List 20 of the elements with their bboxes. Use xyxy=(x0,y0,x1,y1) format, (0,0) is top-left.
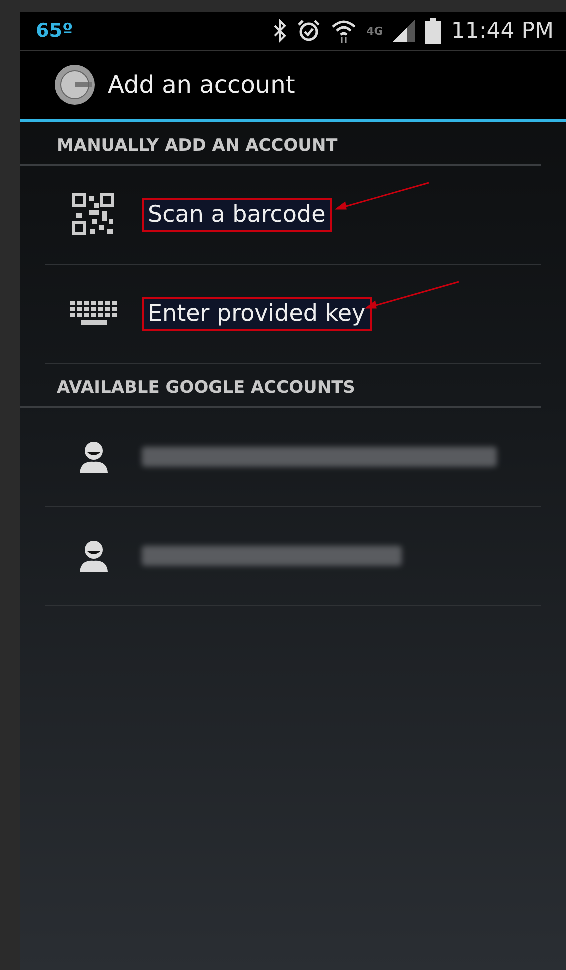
clock-time: 11:44 PM xyxy=(451,18,554,44)
option-row[interactable]: Scan a barcode xyxy=(45,166,541,265)
screen-title: Add an account xyxy=(108,71,296,99)
option-row[interactable]: Enter provided key xyxy=(45,265,541,364)
temperature: 65º xyxy=(36,20,74,42)
qr-code-icon xyxy=(72,193,116,237)
keyboard-icon xyxy=(68,301,118,327)
network-type: 4G xyxy=(366,24,384,38)
battery-icon xyxy=(425,18,442,44)
wifi-icon xyxy=(330,18,357,44)
section-header: AVAILABLE GOOGLE ACCOUNTS xyxy=(20,364,541,408)
option-label: Enter provided key xyxy=(142,297,372,331)
alarm-clock-icon xyxy=(296,19,321,43)
app-logo xyxy=(54,64,96,106)
person-icon xyxy=(78,540,108,572)
section-header: MANUALLY ADD AN ACCOUNT xyxy=(20,122,541,166)
person-icon xyxy=(78,441,108,473)
option-label: Scan a barcode xyxy=(142,198,332,232)
signal-icon xyxy=(393,20,416,42)
bluetooth-icon xyxy=(272,19,287,43)
